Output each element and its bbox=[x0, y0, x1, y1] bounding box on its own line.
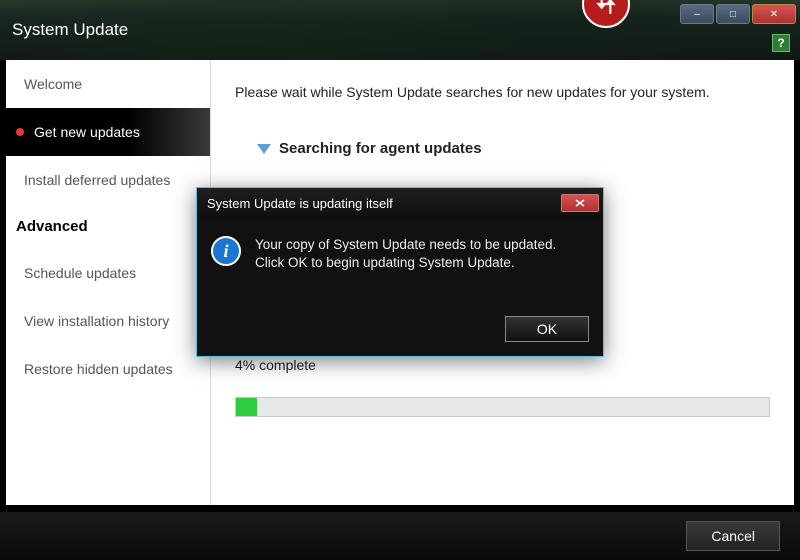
maximize-button[interactable]: □ bbox=[716, 4, 750, 24]
sidebar-item-label: Schedule updates bbox=[24, 265, 136, 281]
sidebar-item-label: View installation history bbox=[24, 313, 169, 329]
progress-fill bbox=[236, 398, 257, 416]
sidebar-item-install-deferred[interactable]: Install deferred updates bbox=[6, 156, 210, 204]
sidebar-item-view-history[interactable]: View installation history bbox=[6, 297, 210, 345]
app-title: System Update bbox=[12, 20, 128, 40]
app-window: System Update – □ ✕ ? Welcome Get new up… bbox=[0, 0, 800, 560]
close-button[interactable]: ✕ bbox=[752, 4, 796, 24]
sidebar-item-label: Welcome bbox=[24, 76, 82, 92]
sidebar-item-restore-hidden[interactable]: Restore hidden updates bbox=[6, 345, 210, 393]
sidebar-item-welcome[interactable]: Welcome bbox=[6, 60, 210, 108]
sidebar-item-label: Get new updates bbox=[34, 124, 140, 140]
close-icon bbox=[575, 199, 585, 207]
sidebar: Welcome Get new updates Install deferred… bbox=[6, 60, 211, 505]
progress-bar bbox=[235, 397, 770, 417]
sidebar-item-schedule-updates[interactable]: Schedule updates bbox=[6, 249, 210, 297]
dialog-close-button[interactable] bbox=[561, 194, 599, 212]
sidebar-section-advanced: Advanced bbox=[6, 204, 210, 249]
self-update-dialog: System Update is updating itself i Your … bbox=[196, 187, 604, 357]
dialog-message: Your copy of System Update needs to be u… bbox=[255, 236, 589, 296]
hourglass-icon bbox=[257, 144, 271, 154]
titlebar: System Update – □ ✕ ? bbox=[0, 0, 800, 60]
brand-badge bbox=[582, 0, 630, 28]
intro-text: Please wait while System Update searches… bbox=[235, 84, 770, 100]
sidebar-item-label: Install deferred updates bbox=[24, 172, 170, 188]
help-button[interactable]: ? bbox=[772, 34, 790, 52]
sidebar-item-get-new-updates[interactable]: Get new updates bbox=[6, 108, 210, 156]
window-controls: – □ ✕ bbox=[680, 0, 800, 24]
progress-label: 4% complete bbox=[235, 357, 770, 373]
minimize-button[interactable]: – bbox=[680, 4, 714, 24]
dialog-titlebar[interactable]: System Update is updating itself bbox=[197, 188, 603, 218]
cancel-button[interactable]: Cancel bbox=[686, 521, 780, 551]
dialog-footer: OK bbox=[197, 308, 603, 356]
update-arrows-icon bbox=[593, 0, 619, 17]
sidebar-item-label: Restore hidden updates bbox=[24, 361, 173, 377]
status-text: Searching for agent updates bbox=[279, 140, 482, 157]
footer: Cancel bbox=[0, 512, 800, 560]
dialog-body: i Your copy of System Update needs to be… bbox=[197, 218, 603, 308]
status-line: Searching for agent updates bbox=[257, 140, 770, 157]
ok-button[interactable]: OK bbox=[505, 316, 589, 342]
info-icon: i bbox=[211, 236, 241, 266]
dialog-title: System Update is updating itself bbox=[207, 196, 393, 211]
